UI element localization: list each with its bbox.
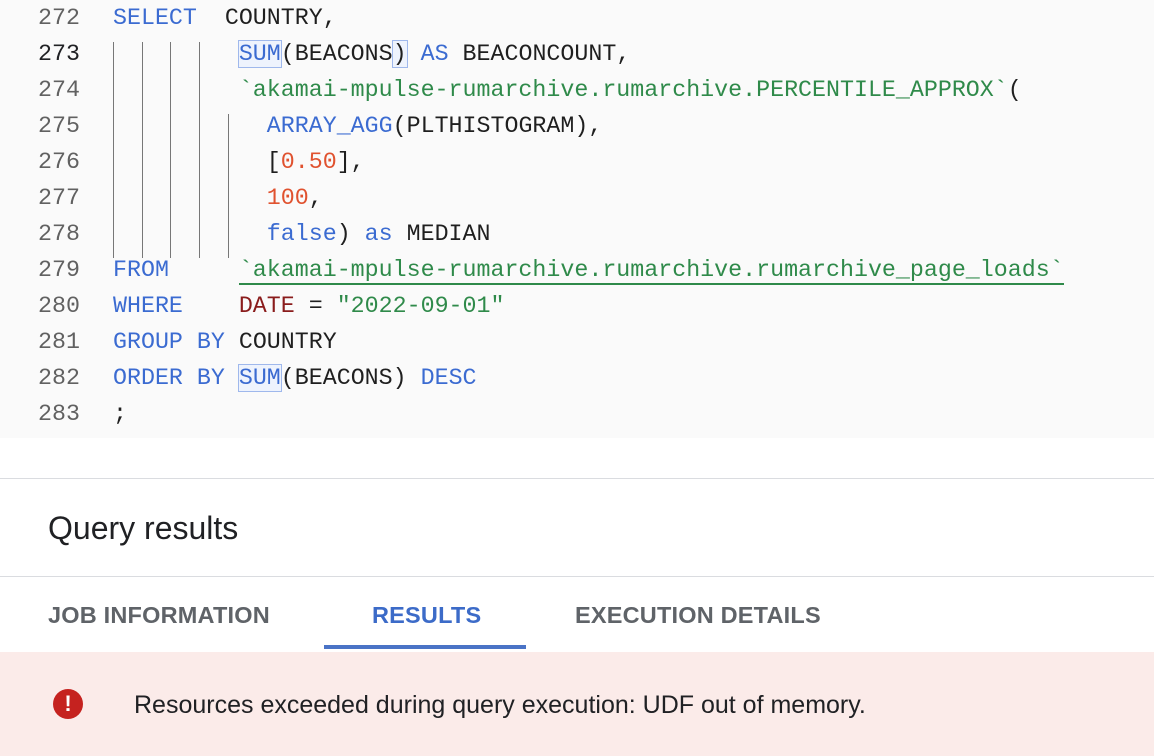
code-text[interactable]: `akamai-mpulse-rumarchive.rumarchive.PER… (113, 78, 1022, 102)
code-token: BEACONCOUNT, (448, 41, 631, 67)
code-token: 100 (266, 185, 309, 211)
code-token: (BEACONS) (280, 365, 421, 391)
code-token: GROUP (113, 329, 183, 355)
code-line[interactable]: 282 ORDER BY SUM(BEACONS) DESC (0, 360, 1154, 396)
code-token: ; (113, 401, 127, 427)
code-line[interactable]: 279 FROM `akamai-mpulse-rumarchive.rumarc… (0, 252, 1154, 288)
line-number: 280 (38, 293, 80, 319)
tabs-divider (0, 576, 1154, 577)
tab-execution-details[interactable]: EXECUTION DETAILS (575, 596, 821, 634)
active-tab-indicator (324, 645, 526, 649)
query-results-title: Query results (48, 510, 239, 546)
code-token: COUNTRY, (196, 5, 337, 31)
error-banner: ! Resources exceeded during query execut… (0, 652, 1154, 756)
code-line[interactable]: 273 SUM(BEACONS) AS BEACONCOUNT, (0, 36, 1154, 72)
code-token: ], (336, 149, 365, 175)
line-number: 276 (38, 149, 80, 175)
code-token: SUM (237, 40, 282, 68)
code-token: FROM (113, 257, 169, 283)
code-token: `akamai-mpulse-rumarchive.rumarchive.rum… (238, 257, 1064, 285)
code-line[interactable]: 280 WHERE DATE = "2022-09-01" (0, 288, 1154, 324)
code-token: as (364, 221, 393, 247)
code-token: ) (391, 40, 408, 68)
code-token: [ (113, 149, 281, 175)
code-line[interactable]: 283; (0, 396, 1154, 432)
code-token: DESC (420, 365, 477, 391)
line-number: 274 (38, 77, 80, 103)
code-token: DATE (238, 293, 295, 319)
code-token: ) (336, 221, 365, 247)
line-number: 278 (38, 221, 80, 247)
code-token: AS (420, 41, 449, 67)
code-token: false (266, 221, 337, 247)
error-icon: ! (53, 689, 83, 719)
code-line[interactable]: 276 [0.50], (0, 144, 1154, 180)
code-token: ARRAY_AGG (266, 113, 393, 139)
code-token: `akamai-mpulse-rumarchive.rumarchive.PER… (238, 77, 1008, 103)
code-token: SUM (237, 364, 282, 392)
code-token: "2022-09-01" (336, 293, 505, 319)
code-token: = (294, 293, 337, 319)
code-token: COUNTRY (224, 329, 337, 355)
code-text[interactable]: GROUP BY COUNTRY (113, 330, 337, 354)
sql-editor[interactable]: 272 SELECT COUNTRY, 273 SUM(BEACONS) AS BE… (0, 0, 1154, 438)
line-number: 277 (38, 185, 80, 211)
code-text[interactable]: SUM(BEACONS) AS BEACONCOUNT, (113, 40, 631, 68)
code-text[interactable]: ; (113, 402, 127, 426)
code-line[interactable]: 274 `akamai-mpulse-rumarchive.rumarchive… (0, 72, 1154, 108)
line-number: 283 (38, 401, 80, 427)
code-token: MEDIAN (392, 221, 491, 247)
code-line[interactable]: 278 false) as MEDIAN (0, 216, 1154, 252)
code-token: BY (196, 329, 225, 355)
code-text[interactable]: WHERE DATE = "2022-09-01" (113, 294, 504, 318)
code-token: , (308, 185, 323, 211)
line-number: 272 (38, 5, 80, 31)
code-line[interactable]: 272 SELECT COUNTRY, (0, 0, 1154, 36)
code-text[interactable]: 100, (113, 186, 323, 210)
line-number: 279 (38, 257, 80, 283)
code-token: ( (1007, 77, 1022, 103)
code-text[interactable]: SELECT COUNTRY, (113, 6, 337, 30)
code-token: 0.50 (280, 149, 337, 175)
code-text[interactable]: false) as MEDIAN (113, 222, 491, 246)
code-token: (BEACONS (280, 41, 393, 67)
line-number: 273 (38, 41, 80, 67)
code-line[interactable]: 277 100, (0, 180, 1154, 216)
code-token: BY (196, 365, 225, 391)
code-text[interactable]: ORDER BY SUM(BEACONS) DESC (113, 364, 477, 392)
code-line[interactable]: 281 GROUP BY COUNTRY (0, 324, 1154, 360)
code-text[interactable]: ARRAY_AGG(PLTHISTOGRAM), (113, 113, 603, 139)
tab-job-information[interactable]: JOB INFORMATION (48, 596, 270, 634)
error-message: Resources exceeded during query executio… (134, 691, 866, 719)
line-number: 281 (38, 329, 80, 355)
code-token: SELECT (113, 5, 197, 31)
code-text[interactable]: FROM `akamai-mpulse-rumarchive.rumarchiv… (113, 257, 1064, 285)
code-token: WHERE (113, 293, 183, 319)
code-line[interactable]: 275 ARRAY_AGG(PLTHISTOGRAM), (0, 108, 1154, 144)
section-divider (0, 478, 1154, 479)
line-number: 282 (38, 365, 80, 391)
tab-results[interactable]: RESULTS (372, 596, 481, 634)
code-token: ORDER (113, 365, 183, 391)
code-text[interactable]: [0.50], (113, 150, 365, 174)
code-token: (PLTHISTOGRAM), (392, 113, 603, 139)
line-number: 275 (38, 113, 80, 139)
